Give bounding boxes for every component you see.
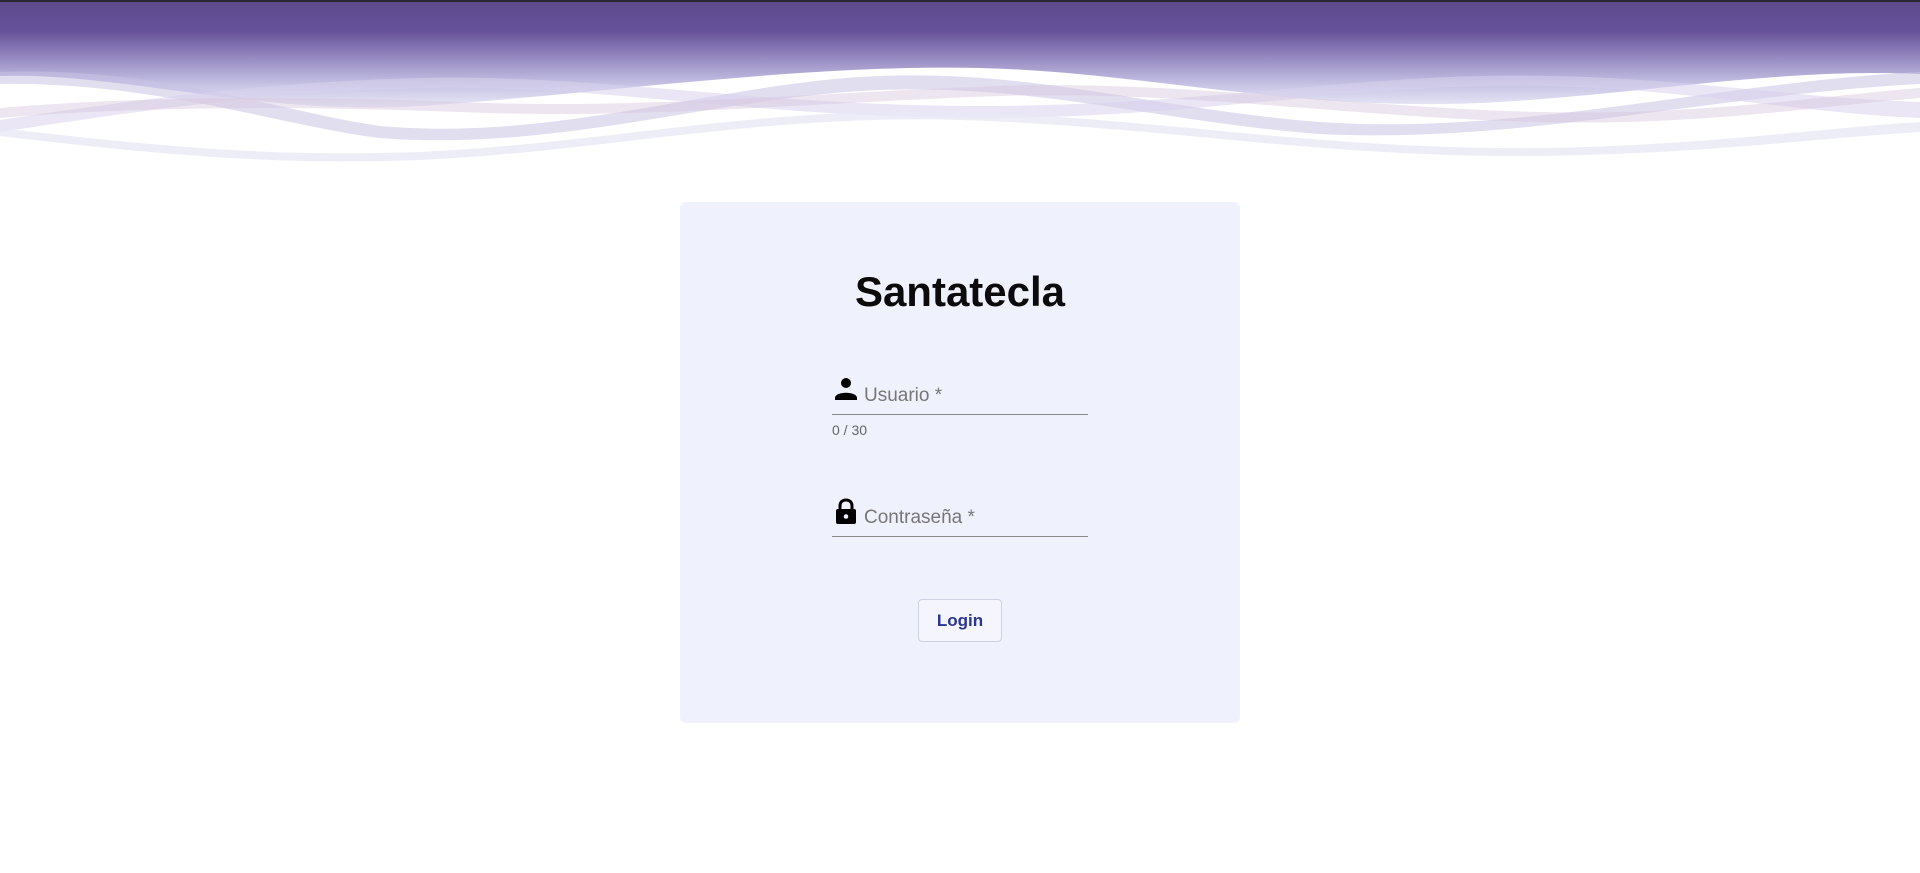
app-title: Santatecla [854, 268, 1066, 315]
password-input[interactable] [862, 502, 1090, 534]
username-input[interactable] [862, 380, 1090, 412]
username-field: 0 / 30 [832, 370, 1090, 438]
password-input-row [832, 492, 1090, 537]
login-button[interactable]: Login [918, 599, 1002, 642]
person-icon [834, 376, 858, 402]
password-field [832, 492, 1090, 537]
lock-icon [834, 498, 858, 524]
username-input-row [832, 370, 1090, 415]
header-wave-banner [0, 2, 1920, 162]
username-char-counter: 0 / 30 [832, 422, 868, 438]
login-card: Santatecla 0 / 30 Login [680, 202, 1240, 723]
